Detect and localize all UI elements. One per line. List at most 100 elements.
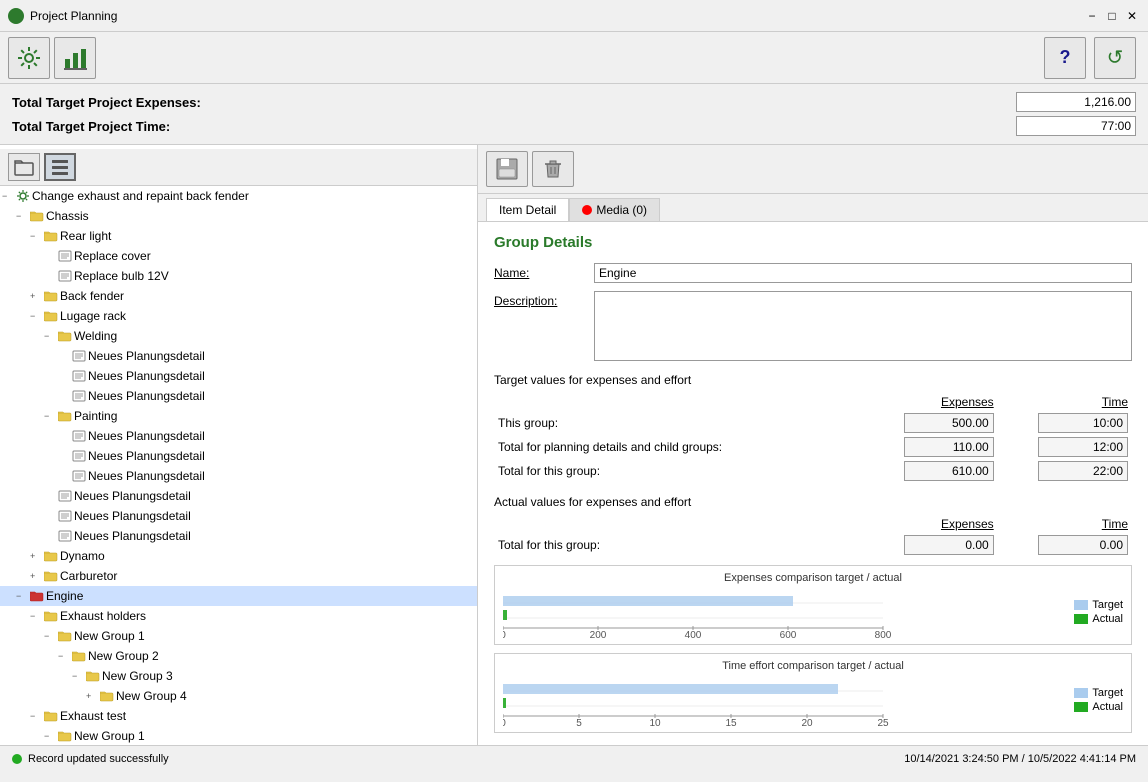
- total-planning-time-cell: [998, 435, 1132, 459]
- name-input[interactable]: [594, 263, 1132, 283]
- svg-text:15: 15: [725, 718, 737, 726]
- total-group-expenses-input[interactable]: [904, 461, 994, 481]
- toolbar-chart-button[interactable]: [54, 37, 96, 79]
- this-group-expenses-input[interactable]: [904, 413, 994, 433]
- window-controls: − □ ✕: [1084, 8, 1140, 24]
- time-actual-legend: Actual: [1074, 701, 1123, 713]
- actual-expenses-input[interactable]: [904, 535, 994, 555]
- close-button[interactable]: ✕: [1124, 8, 1140, 24]
- list-view-button[interactable]: [44, 153, 76, 181]
- refresh-button[interactable]: ↺: [1094, 37, 1136, 79]
- help-icon: ?: [1060, 47, 1071, 68]
- time-target-color: [1074, 688, 1088, 698]
- tree-item-26[interactable]: + New Group 4: [0, 686, 477, 706]
- actual-expenses-cell: [863, 533, 997, 557]
- tree-item-16[interactable]: Neues Planungsdetail: [0, 486, 477, 506]
- svg-text:20: 20: [801, 718, 813, 726]
- detail-content: Group Details Name: Description: Target …: [478, 222, 1148, 745]
- toolbar-gear-button[interactable]: [8, 37, 50, 79]
- main-container: − Change exhaust and repaint back fender…: [0, 145, 1148, 745]
- expenses-value[interactable]: [1016, 92, 1136, 112]
- tree-item-21[interactable]: − Engine: [0, 586, 477, 606]
- expense-chart-wrapper: 0 200 400 600 800 Target: [503, 588, 1123, 638]
- actual-time-input[interactable]: [1038, 535, 1128, 555]
- tree-item-3[interactable]: − Rear light: [0, 226, 477, 246]
- expense-target-legend: Target: [1074, 599, 1123, 611]
- maximize-button[interactable]: □: [1104, 8, 1120, 24]
- help-button[interactable]: ?: [1044, 37, 1086, 79]
- tree-item-22[interactable]: − Exhaust holders: [0, 606, 477, 626]
- summary-bar: Total Target Project Expenses: Total Tar…: [0, 84, 1148, 145]
- tree-item-28[interactable]: − New Group 1: [0, 726, 477, 745]
- tree-label: Neues Planungsdetail: [88, 347, 205, 365]
- tree-item-20[interactable]: + Carburetor: [0, 566, 477, 586]
- time-value[interactable]: [1016, 116, 1136, 136]
- tree-label: Painting: [74, 407, 117, 425]
- tree-label: Neues Planungsdetail: [74, 507, 191, 525]
- total-group-time-input[interactable]: [1038, 461, 1128, 481]
- left-panel: − Change exhaust and repaint back fender…: [0, 145, 478, 745]
- this-group-time-input[interactable]: [1038, 413, 1128, 433]
- tree-label: New Group 3: [102, 667, 173, 685]
- save-button[interactable]: [486, 151, 528, 187]
- time-actual-color: [1074, 702, 1088, 712]
- time-label: Total Target Project Time:: [12, 119, 170, 134]
- tree-item-14[interactable]: Neues Planungsdetail: [0, 446, 477, 466]
- tab-media[interactable]: Media (0): [569, 198, 660, 221]
- tree-item-7[interactable]: − Lugage rack: [0, 306, 477, 326]
- tree-item-10[interactable]: Neues Planungsdetail: [0, 366, 477, 386]
- actual-total-label: Total for this group:: [494, 533, 863, 557]
- total-group-expenses-cell: [863, 459, 997, 483]
- tree-label: Neues Planungsdetail: [88, 427, 205, 445]
- tree-item-8[interactable]: − Welding: [0, 326, 477, 346]
- tree-item-4[interactable]: Replace cover: [0, 246, 477, 266]
- tree-item-2[interactable]: − Chassis: [0, 206, 477, 226]
- total-planning-expenses-input[interactable]: [904, 437, 994, 457]
- tree-label: New Group 1: [74, 727, 145, 745]
- delete-button[interactable]: [532, 151, 574, 187]
- tree-item-9[interactable]: Neues Planungsdetail: [0, 346, 477, 366]
- tree-item-25[interactable]: − New Group 3: [0, 666, 477, 686]
- tree-item-27[interactable]: − Exhaust test: [0, 706, 477, 726]
- tree-item-11[interactable]: Neues Planungsdetail: [0, 386, 477, 406]
- tree-label: New Group 4: [116, 687, 187, 705]
- actual-color: [1074, 614, 1088, 624]
- tree-label: Change exhaust and repaint back fender: [32, 187, 249, 205]
- target-color: [1074, 600, 1088, 610]
- tree-item-19[interactable]: + Dynamo: [0, 546, 477, 566]
- actual-expenses-col-header: Expenses: [863, 515, 997, 533]
- expenses-label: Total Target Project Expenses:: [12, 95, 201, 110]
- tab-media-label: Media (0): [596, 203, 647, 217]
- svg-text:600: 600: [780, 630, 797, 638]
- expense-chart-title: Expenses comparison target / actual: [503, 572, 1123, 584]
- tree-item-17[interactable]: Neues Planungsdetail: [0, 506, 477, 526]
- tree-item-12[interactable]: − Painting: [0, 406, 477, 426]
- expense-actual-label: Actual: [1092, 613, 1123, 625]
- tree-item-15[interactable]: Neues Planungsdetail: [0, 466, 477, 486]
- status-timestamp: 10/14/2021 3:24:50 PM / 10/5/2022 4:41:1…: [904, 753, 1136, 765]
- minimize-button[interactable]: −: [1084, 8, 1100, 24]
- folder-view-button[interactable]: [8, 153, 40, 181]
- tree-item-5[interactable]: Replace bulb 12V: [0, 266, 477, 286]
- tab-item-detail[interactable]: Item Detail: [486, 198, 569, 221]
- description-textarea[interactable]: [594, 291, 1132, 361]
- svg-text:200: 200: [590, 630, 607, 638]
- tab-bar: Item Detail Media (0): [478, 194, 1148, 222]
- this-group-expenses-cell: [863, 411, 997, 435]
- tree-label: Replace bulb 12V: [74, 267, 169, 285]
- tree-label: Engine: [46, 587, 83, 605]
- total-planning-time-input[interactable]: [1038, 437, 1128, 457]
- tree-item-1[interactable]: − Change exhaust and repaint back fender: [0, 186, 477, 206]
- refresh-icon: ↺: [1107, 45, 1124, 70]
- tab-item-detail-label: Item Detail: [499, 203, 556, 217]
- svg-text:800: 800: [875, 630, 892, 638]
- tree-item-24[interactable]: − New Group 2: [0, 646, 477, 666]
- tree-item-23[interactable]: − New Group 1: [0, 626, 477, 646]
- tree-item-18[interactable]: Neues Planungsdetail: [0, 526, 477, 546]
- tree-label: Back fender: [60, 287, 124, 305]
- tree-label: Neues Planungsdetail: [74, 527, 191, 545]
- svg-text:25: 25: [877, 718, 889, 726]
- tree-item-6[interactable]: + Back fender: [0, 286, 477, 306]
- svg-text:400: 400: [685, 630, 702, 638]
- tree-item-13[interactable]: Neues Planungsdetail: [0, 426, 477, 446]
